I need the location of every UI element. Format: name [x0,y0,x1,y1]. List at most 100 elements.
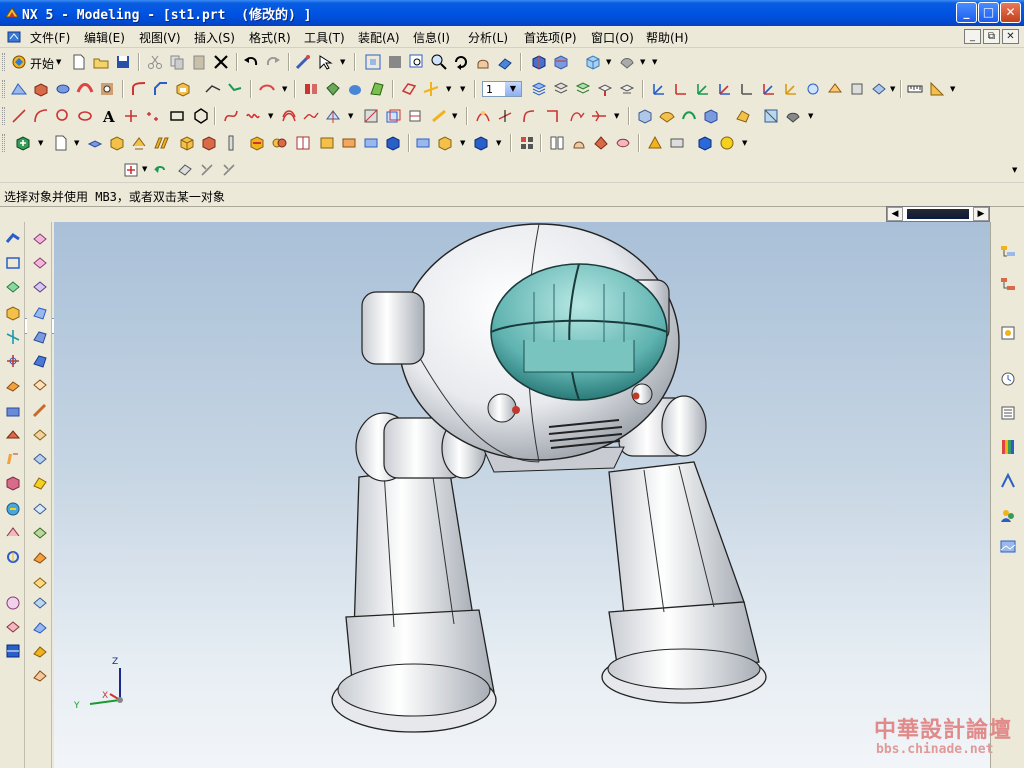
wcs-dynamics-icon[interactable] [672,80,690,98]
line-icon[interactable] [10,107,28,125]
nx-app-icon[interactable] [4,5,20,21]
dropdown-icon[interactable]: ▼ [38,139,43,147]
product-interface-icon[interactable] [414,134,432,152]
cross-section-icon[interactable] [4,352,22,370]
shape-studio-icon[interactable] [614,134,632,152]
background-icon[interactable] [618,53,636,71]
dropdown-icon[interactable]: ▼ [890,85,895,93]
reference-set-icon[interactable] [362,134,380,152]
extension-icon[interactable] [31,304,49,322]
thread-icon[interactable] [4,548,22,566]
quilt-icon[interactable] [31,450,49,468]
dropdown-icon[interactable]: ▼ [446,85,451,93]
layer-settings-icon[interactable] [530,80,548,98]
edit-object-display-icon[interactable] [826,80,844,98]
check-clearance-icon[interactable] [270,134,288,152]
pan-icon[interactable] [474,53,492,71]
explode-icon[interactable] [130,134,148,152]
sequence-icon[interactable] [222,134,240,152]
copy-to-layer-icon[interactable] [618,80,636,98]
scroll-left-icon[interactable]: ◀ [887,207,903,221]
menu-window[interactable]: 窗口(O) [591,29,634,46]
repeat-command-icon[interactable] [294,53,312,71]
graphics-window[interactable]: Z Y X [54,222,990,768]
slot-icon[interactable] [4,450,22,468]
right-leg[interactable] [601,461,767,704]
assembly-cut-icon[interactable] [294,134,312,152]
paste-icon[interactable] [190,53,208,71]
variable-offset-icon[interactable] [31,376,49,394]
roles-icon[interactable] [999,506,1017,524]
dropdown-icon[interactable]: ▼ [348,112,353,120]
fit-surface-icon[interactable] [31,524,49,542]
mdi-close-button[interactable]: ✕ [1002,29,1019,44]
blank-icon[interactable] [848,80,866,98]
copy-icon[interactable] [168,53,186,71]
shaded-with-edges-icon[interactable] [530,53,548,71]
gateway-icon[interactable] [646,134,664,152]
select-feature-icon[interactable] [198,161,216,179]
save-icon[interactable] [114,53,132,71]
dropdown-icon[interactable]: ▼ [282,85,287,93]
intersection-curve-icon[interactable] [384,107,402,125]
select-face-icon[interactable] [176,161,194,179]
layer-select[interactable]: 1 ▼ [482,81,522,97]
menu-edit[interactable]: 编辑(E) [84,29,125,46]
chamfer-icon[interactable] [152,80,170,98]
snap-point-settings-icon[interactable] [122,161,140,179]
layer-category-icon[interactable] [574,80,592,98]
trimmed-sheet-icon[interactable] [31,426,49,444]
toolbar-grip[interactable] [2,53,5,71]
mdi-restore-button[interactable]: ⧉ [983,29,1000,44]
magnify-icon[interactable] [430,53,448,71]
rectangle-icon[interactable] [168,107,186,125]
menu-help[interactable]: 帮助(H) [646,29,688,46]
offset-surface-icon[interactable] [31,352,49,370]
new-icon[interactable] [70,53,88,71]
system-materials-icon[interactable] [999,404,1017,422]
variable-blend-icon[interactable] [4,594,22,612]
stretch-curve-icon[interactable] [590,107,608,125]
toolbar-options-icon[interactable]: ▼ [742,139,747,147]
menu-insert[interactable]: 插入(S) [194,29,235,46]
redo-icon[interactable] [264,53,282,71]
manufacturing-icon[interactable] [570,134,588,152]
cockpit-canopy[interactable] [490,263,668,401]
wcs-origin-icon[interactable] [650,80,668,98]
bridge-curve-icon[interactable] [302,107,320,125]
mirror-assembly-icon[interactable] [200,134,218,152]
toolbar-options-icon[interactable]: ▼ [808,112,813,120]
edge-blend-icon[interactable] [130,80,148,98]
soft-blend-icon[interactable] [31,278,49,296]
dropdown-icon[interactable]: ▼ [268,112,273,120]
groove-icon[interactable] [4,474,22,492]
sketch-icon[interactable] [10,80,28,98]
visible-in-view-icon[interactable] [552,80,570,98]
menu-view[interactable]: 视图(V) [139,29,181,46]
offset-face-icon[interactable] [204,80,222,98]
point-icon[interactable] [122,107,140,125]
move-to-layer-icon[interactable] [596,80,614,98]
ruled-surface-icon[interactable] [734,107,752,125]
maximize-button[interactable]: □ [978,2,999,23]
zoom-icon[interactable] [408,53,426,71]
through-curves-icon[interactable] [636,107,654,125]
zoom-window-icon[interactable] [386,53,404,71]
face-icon[interactable] [4,278,22,296]
trim-curve-icon[interactable] [496,107,514,125]
scrollbar-thumb[interactable] [907,209,969,219]
law-extension-icon[interactable] [31,328,49,346]
trim-corner-icon[interactable] [520,107,538,125]
toolbar-grip[interactable] [2,107,5,125]
arc-icon[interactable] [32,107,50,125]
document-icon[interactable] [6,29,22,45]
through-curve-mesh-icon[interactable] [658,107,676,125]
mirror-body-icon[interactable] [324,80,342,98]
status-scrollbar[interactable]: ◀ ▶ [886,206,990,222]
assembly-navigator-icon[interactable] [999,244,1017,262]
spline-icon[interactable] [222,107,240,125]
n-sided-surface-icon[interactable] [702,107,720,125]
swept-surface-icon[interactable] [680,107,698,125]
rectangle-pad-icon[interactable] [4,254,22,272]
menu-tools[interactable]: 工具(T) [304,29,345,46]
